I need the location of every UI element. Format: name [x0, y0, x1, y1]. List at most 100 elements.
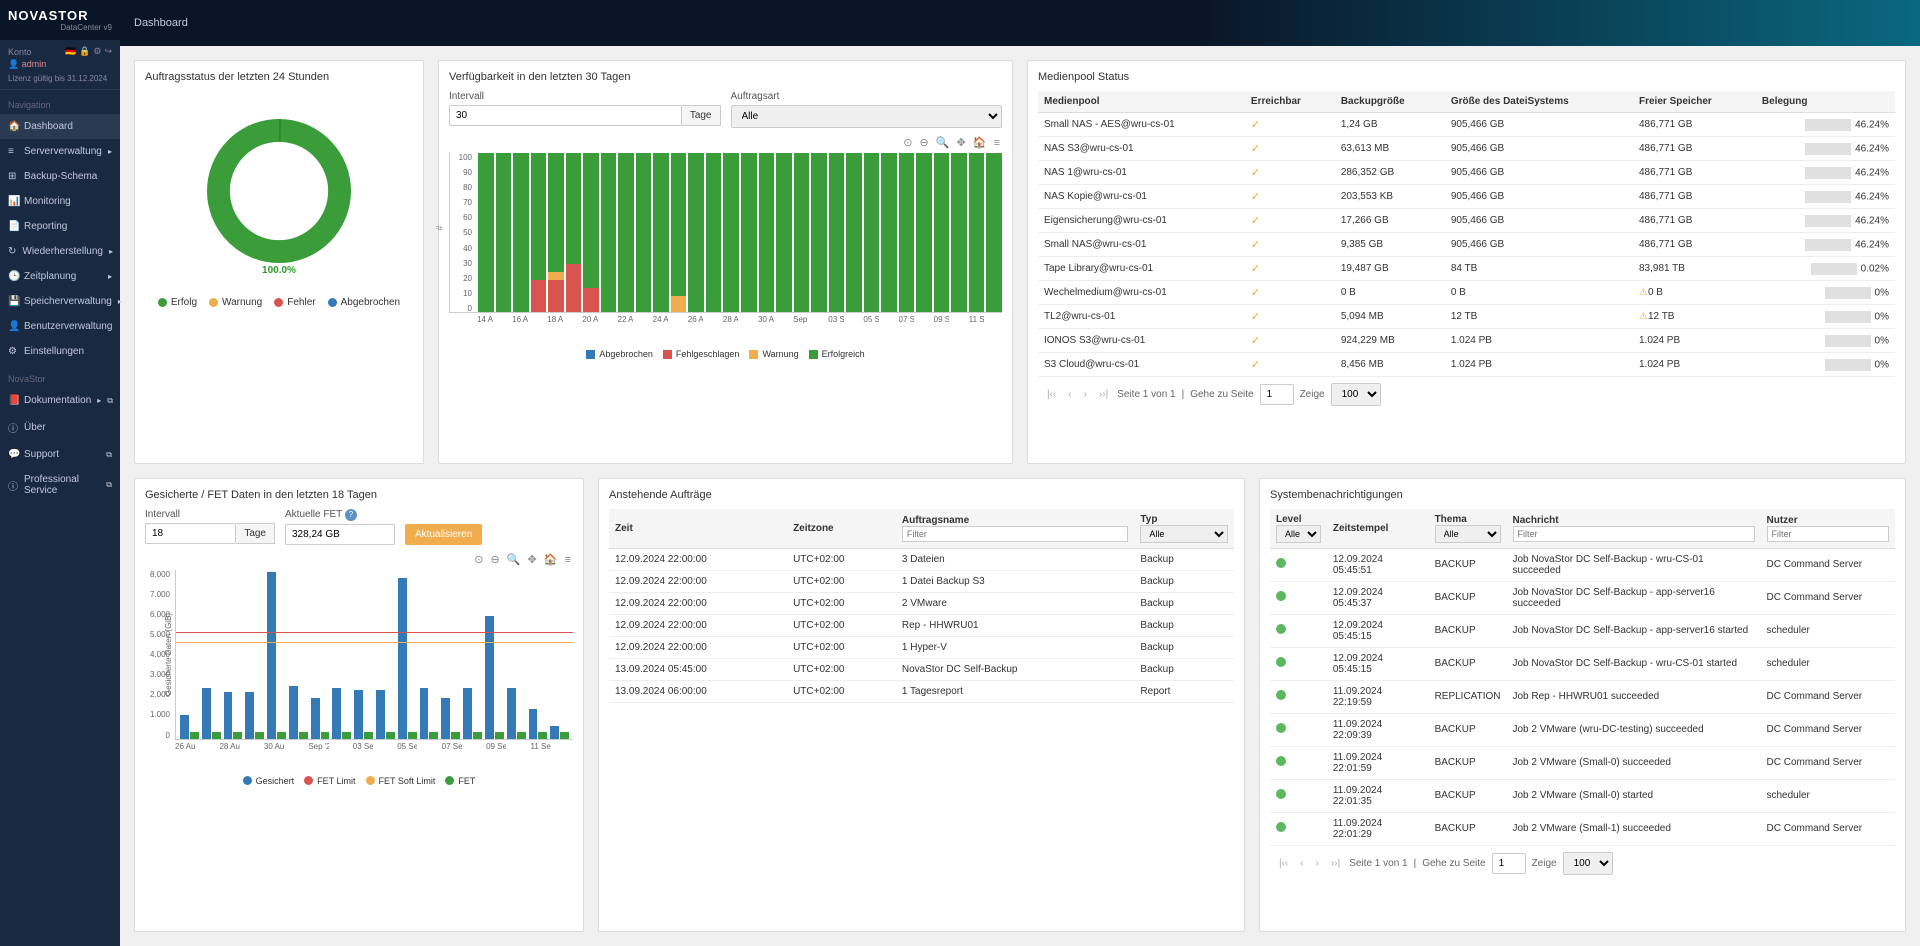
pan-icon[interactable]: ✥ [528, 554, 537, 566]
table-row[interactable]: 12.09.2024 05:45:51BACKUPJob NovaStor DC… [1270, 548, 1895, 581]
zoom-in-icon[interactable]: 🔍 [936, 137, 950, 149]
table-row[interactable]: 11.09.2024 22:19:59REPLICATIONJob Rep - … [1270, 680, 1895, 713]
table-row[interactable]: IONOS S3@wru-cs-01 ✓ 924,229 MB 1.024 PB… [1038, 329, 1895, 353]
table-row[interactable]: Eigensicherung@wru-cs-01 ✓ 17,266 GB 905… [1038, 209, 1895, 233]
fet-value-input[interactable] [285, 524, 395, 545]
col-tz[interactable]: Zeitzone [787, 509, 896, 549]
table-row[interactable]: 11.09.2024 22:09:39BACKUPJob 2 VMware (w… [1270, 713, 1895, 746]
bar-column [202, 570, 221, 739]
nav-item-einstellungen[interactable]: ⚙Einstellungen [0, 339, 120, 364]
table-row[interactable]: 12.09.2024 22:00:00UTC+02:00Rep - HHWRU0… [609, 614, 1234, 636]
table-row[interactable]: NAS Kopie@wru-cs-01 ✓ 203,553 KB 905,466… [1038, 185, 1895, 209]
nav-item-wiederherstellung[interactable]: ↻Wiederherstellung▸ [0, 239, 120, 264]
pager-show-select[interactable]: 100 [1331, 383, 1381, 406]
interval-input[interactable] [449, 105, 682, 126]
nav-item-professional-service[interactable]: ⓘProfessional Service⧉ [0, 467, 120, 503]
pager-goto-input[interactable] [1492, 853, 1526, 874]
fet-interval-input[interactable] [145, 523, 236, 544]
table-row[interactable]: 12.09.2024 05:45:37BACKUPJob NovaStor DC… [1270, 581, 1895, 614]
table-row[interactable]: 12.09.2024 05:45:15BACKUPJob NovaStor DC… [1270, 614, 1895, 647]
table-row[interactable]: Small NAS - AES@wru-cs-01 ✓ 1,24 GB 905,… [1038, 113, 1895, 137]
nav-item-reporting[interactable]: 📄Reporting [0, 214, 120, 239]
table-row[interactable]: Wechelmedium@wru-cs-01 ✓ 0 B 0 B ⚠0 B 0% [1038, 281, 1895, 305]
pager-goto-input[interactable] [1260, 384, 1294, 405]
pager-prev-icon[interactable]: ‹ [1065, 389, 1074, 400]
table-row[interactable]: 11.09.2024 22:01:59BACKUPJob 2 VMware (S… [1270, 746, 1895, 779]
pager-next-icon[interactable]: › [1081, 389, 1090, 400]
pager-show-select[interactable]: 100 [1563, 852, 1613, 875]
table-row[interactable]: 13.09.2024 05:45:00UTC+02:00NovaStor DC … [609, 658, 1234, 680]
pager-first-icon[interactable]: |‹‹ [1044, 389, 1059, 400]
nav-item-über[interactable]: ⓘÜber [0, 413, 120, 442]
zoom-in-icon[interactable]: 🔍 [507, 554, 521, 566]
filter-type-select[interactable]: Alle [1140, 525, 1228, 543]
table-header[interactable]: Größe des DateiSystems [1445, 91, 1633, 113]
table-row[interactable]: 11.09.2024 22:01:29BACKUPJob 2 VMware (S… [1270, 812, 1895, 845]
nav-item-serververwaltung[interactable]: ≡Serververwaltung▸ [0, 139, 120, 164]
nav-item-zeitplanung[interactable]: 🕒Zeitplanung▸ [0, 264, 120, 289]
col-time[interactable]: Zeit [609, 509, 787, 549]
nav-item-speicherverwaltung[interactable]: 💾Speicherverwaltung▸ [0, 289, 120, 314]
table-row[interactable]: NAS S3@wru-cs-01 ✓ 63,613 MB 905,466 GB … [1038, 137, 1895, 161]
pager-next-icon[interactable]: › [1313, 858, 1322, 869]
refresh-button[interactable]: Aktualisieren [405, 524, 482, 545]
x-label [846, 315, 862, 324]
table-header[interactable]: Backupgröße [1335, 91, 1445, 113]
pager-last-icon[interactable]: ››| [1328, 858, 1343, 869]
zoom-reset-icon[interactable]: ⊙ [474, 554, 483, 566]
pager-prev-icon[interactable]: ‹ [1297, 858, 1306, 869]
menu-icon[interactable]: ≡ [565, 554, 571, 566]
nav-item-benutzerverwaltung[interactable]: 👤Benutzerverwaltung [0, 314, 120, 339]
table-row[interactable]: 12.09.2024 22:00:00UTC+02:002 VMwareBack… [609, 592, 1234, 614]
table-row[interactable]: 11.09.2024 22:01:35BACKUPJob 2 VMware (S… [1270, 779, 1895, 812]
gear-icon[interactable]: ⚙ [93, 46, 101, 57]
legend-item: FET Soft Limit [366, 776, 436, 786]
filter-topic-select[interactable]: Alle [1435, 525, 1501, 543]
filter-name-input[interactable] [902, 526, 1129, 542]
table-row[interactable]: Small NAS@wru-cs-01 ✓ 9,385 GB 905,466 G… [1038, 233, 1895, 257]
table-row[interactable]: Tape Library@wru-cs-01 ✓ 19,487 GB 84 TB… [1038, 257, 1895, 281]
pager-first-icon[interactable]: |‹‹ [1276, 858, 1291, 869]
pager-goto-label: Gehe zu Seite [1422, 858, 1485, 869]
filter-msg-input[interactable] [1513, 526, 1755, 542]
logout-icon[interactable]: ↪ [104, 46, 112, 57]
filter-level-select[interactable]: Alle [1276, 525, 1321, 543]
nav-item-backup-schema[interactable]: ⊞Backup-Schema [0, 164, 120, 189]
info-icon[interactable]: ? [345, 509, 357, 521]
table-row[interactable]: 12.09.2024 22:00:00UTC+02:001 Datei Back… [609, 570, 1234, 592]
zoom-out-icon[interactable]: ⊖ [919, 137, 928, 149]
table-header[interactable]: Freier Speicher [1633, 91, 1756, 113]
table-row[interactable]: 12.09.2024 05:45:15BACKUPJob NovaStor DC… [1270, 647, 1895, 680]
nav-item-support[interactable]: 💬Support⧉ [0, 442, 120, 467]
table-header[interactable]: Belegung [1756, 91, 1895, 113]
bar-column [794, 153, 810, 312]
nav-item-dokumentation[interactable]: 📕Dokumentation▸⧉ [0, 388, 120, 413]
pan-icon[interactable]: ✥ [957, 137, 966, 149]
pager-last-icon[interactable]: ››| [1096, 389, 1111, 400]
zoom-out-icon[interactable]: ⊖ [490, 554, 499, 566]
filter-user-input[interactable] [1767, 526, 1890, 542]
home-icon[interactable]: 🏠 [544, 554, 558, 566]
table-row[interactable]: 12.09.2024 22:00:00UTC+02:001 Hyper-VBac… [609, 636, 1234, 658]
cell-reachable: ✓ [1245, 113, 1335, 137]
donut-pct-label: 100.0% [262, 265, 296, 276]
table-row[interactable]: NAS 1@wru-cs-01 ✓ 286,352 GB 905,466 GB … [1038, 161, 1895, 185]
table-header[interactable]: Erreichbar [1245, 91, 1335, 113]
nav-item-dashboard[interactable]: 🏠Dashboard [0, 114, 120, 139]
table-row[interactable]: 13.09.2024 06:00:00UTC+02:001 Tagesrepor… [609, 680, 1234, 702]
lock-icon[interactable]: 🔒 [79, 46, 90, 57]
col-ts[interactable]: Zeitstempel [1327, 509, 1429, 549]
table-row[interactable]: S3 Cloud@wru-cs-01 ✓ 8,456 MB 1.024 PB 1… [1038, 353, 1895, 377]
nav-item-monitoring[interactable]: 📊Monitoring [0, 189, 120, 214]
bar-fet [212, 732, 221, 738]
type-select[interactable]: Alle [731, 105, 1003, 128]
zoom-reset-icon[interactable]: ⊙ [903, 137, 912, 149]
home-icon[interactable]: 🏠 [973, 137, 987, 149]
menu-icon[interactable]: ≡ [994, 137, 1000, 149]
cell-free: ⚠12 TB [1633, 305, 1756, 329]
table-row[interactable]: TL2@wru-cs-01 ✓ 5,094 MB 12 TB ⚠12 TB 0% [1038, 305, 1895, 329]
cell-topic: BACKUP [1429, 779, 1507, 812]
flag-icon[interactable]: 🇩🇪 [65, 46, 76, 57]
table-header[interactable]: Medienpool [1038, 91, 1245, 113]
table-row[interactable]: 12.09.2024 22:00:00UTC+02:003 DateienBac… [609, 548, 1234, 570]
